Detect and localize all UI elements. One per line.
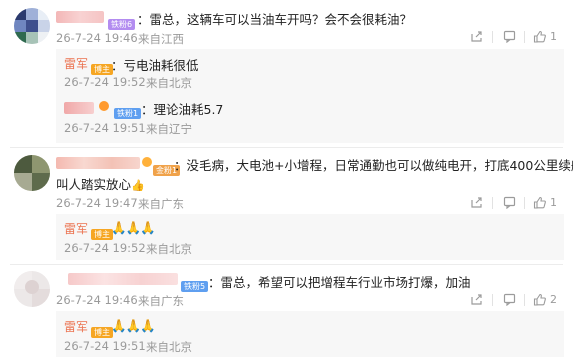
like-count: 2 [550,293,557,306]
reply-location: 来自北京 [146,76,192,90]
fan-badge-label: 铁粉6 [108,19,136,30]
comment-time: 26-7-24 19:47 [56,196,138,210]
username-blurred[interactable] [64,102,94,114]
avatar[interactable] [14,8,50,44]
like-count: 1 [550,196,557,209]
avatar[interactable] [14,271,50,307]
comment-location: 来自广东 [138,294,184,308]
reply-author[interactable]: 雷军 [64,220,88,237]
reply-location: 来自辽宁 [146,122,192,136]
comment-button[interactable] [503,196,516,209]
like-button[interactable]: 1 [533,30,557,43]
username-blurred[interactable] [56,11,104,23]
comment-time: 26-7-24 19:46 [56,293,138,307]
reply-time: 26-7-24 19:51 [64,121,146,135]
author-tag-label: 博主 [91,229,113,240]
thumb-up-icon [533,30,546,43]
fan-badge: 铁粉6 [108,12,136,31]
vip-icon [142,157,152,167]
fan-badge-label: 铁粉1 [114,108,142,119]
reply-time: 26-7-24 19:51 [64,339,146,353]
share-icon [471,31,482,42]
share-button[interactable] [470,30,483,43]
reply-text: ：亏电油耗很低 [111,58,199,73]
thumb-up-icon [533,196,546,209]
fan-badge: 铁粉1 [114,101,142,120]
share-button[interactable] [470,196,483,209]
comment-text: ：雷总，希望可以把增程车行业市场打爆，加油 [208,275,471,290]
author-tag-label: 博主 [91,327,113,338]
reply-location: 来自北京 [146,340,192,354]
like-count: 1 [550,30,557,43]
author-tag-label: 博主 [91,64,113,75]
reply-text: 🙏🙏🙏 [111,318,156,333]
author-tag: 博主 [91,57,113,76]
comment-time: 26-7-24 19:46 [56,31,138,45]
fan-badge: 铁粉5 [181,274,209,293]
comment-text-line2: 叫人踏实放心👍 [56,174,145,193]
comment-icon [503,30,516,43]
thumbs-up-emoji-icon: 👍 [131,179,145,192]
share-icon [471,197,482,208]
share-button[interactable] [470,293,483,306]
reply-text: 🙏🙏🙏 [111,220,156,235]
vip-icon [99,101,109,111]
reply-author[interactable]: 雷军 [64,55,88,72]
comment-location: 来自江西 [138,32,184,46]
reply-time: 26-7-24 19:52 [64,241,146,255]
fan-badge-label: 铁粉5 [181,281,209,292]
avatar[interactable] [14,155,50,191]
reply-time: 26-7-24 19:52 [64,75,146,89]
like-button[interactable]: 1 [533,196,557,209]
reply-text: ：理论油耗5.7 [141,102,224,117]
comment-icon [503,196,516,209]
reply-location: 来自北京 [146,242,192,256]
author-tag: 博主 [91,222,113,241]
comment-button[interactable] [503,293,516,306]
username-blurred[interactable] [68,273,178,285]
reply-author[interactable]: 雷军 [64,318,88,335]
comment-text-line2-text: 叫人踏实放心 [56,177,132,192]
like-button[interactable]: 2 [533,293,557,306]
comment-text-line1: ：没毛病，大电池+小增程，日常通勤也可以做纯电开，打底400公里续航 [174,158,573,173]
comment-icon [503,293,516,306]
comment-button[interactable] [503,30,516,43]
share-icon [471,294,482,305]
author-tag: 博主 [91,320,113,339]
comment-text: ：雷总，这辆车可以当油车开吗？会不会很耗油？ [137,12,413,27]
username-blurred[interactable] [56,157,140,169]
thumb-up-icon [533,293,546,306]
comment-location: 来自广东 [138,197,184,211]
